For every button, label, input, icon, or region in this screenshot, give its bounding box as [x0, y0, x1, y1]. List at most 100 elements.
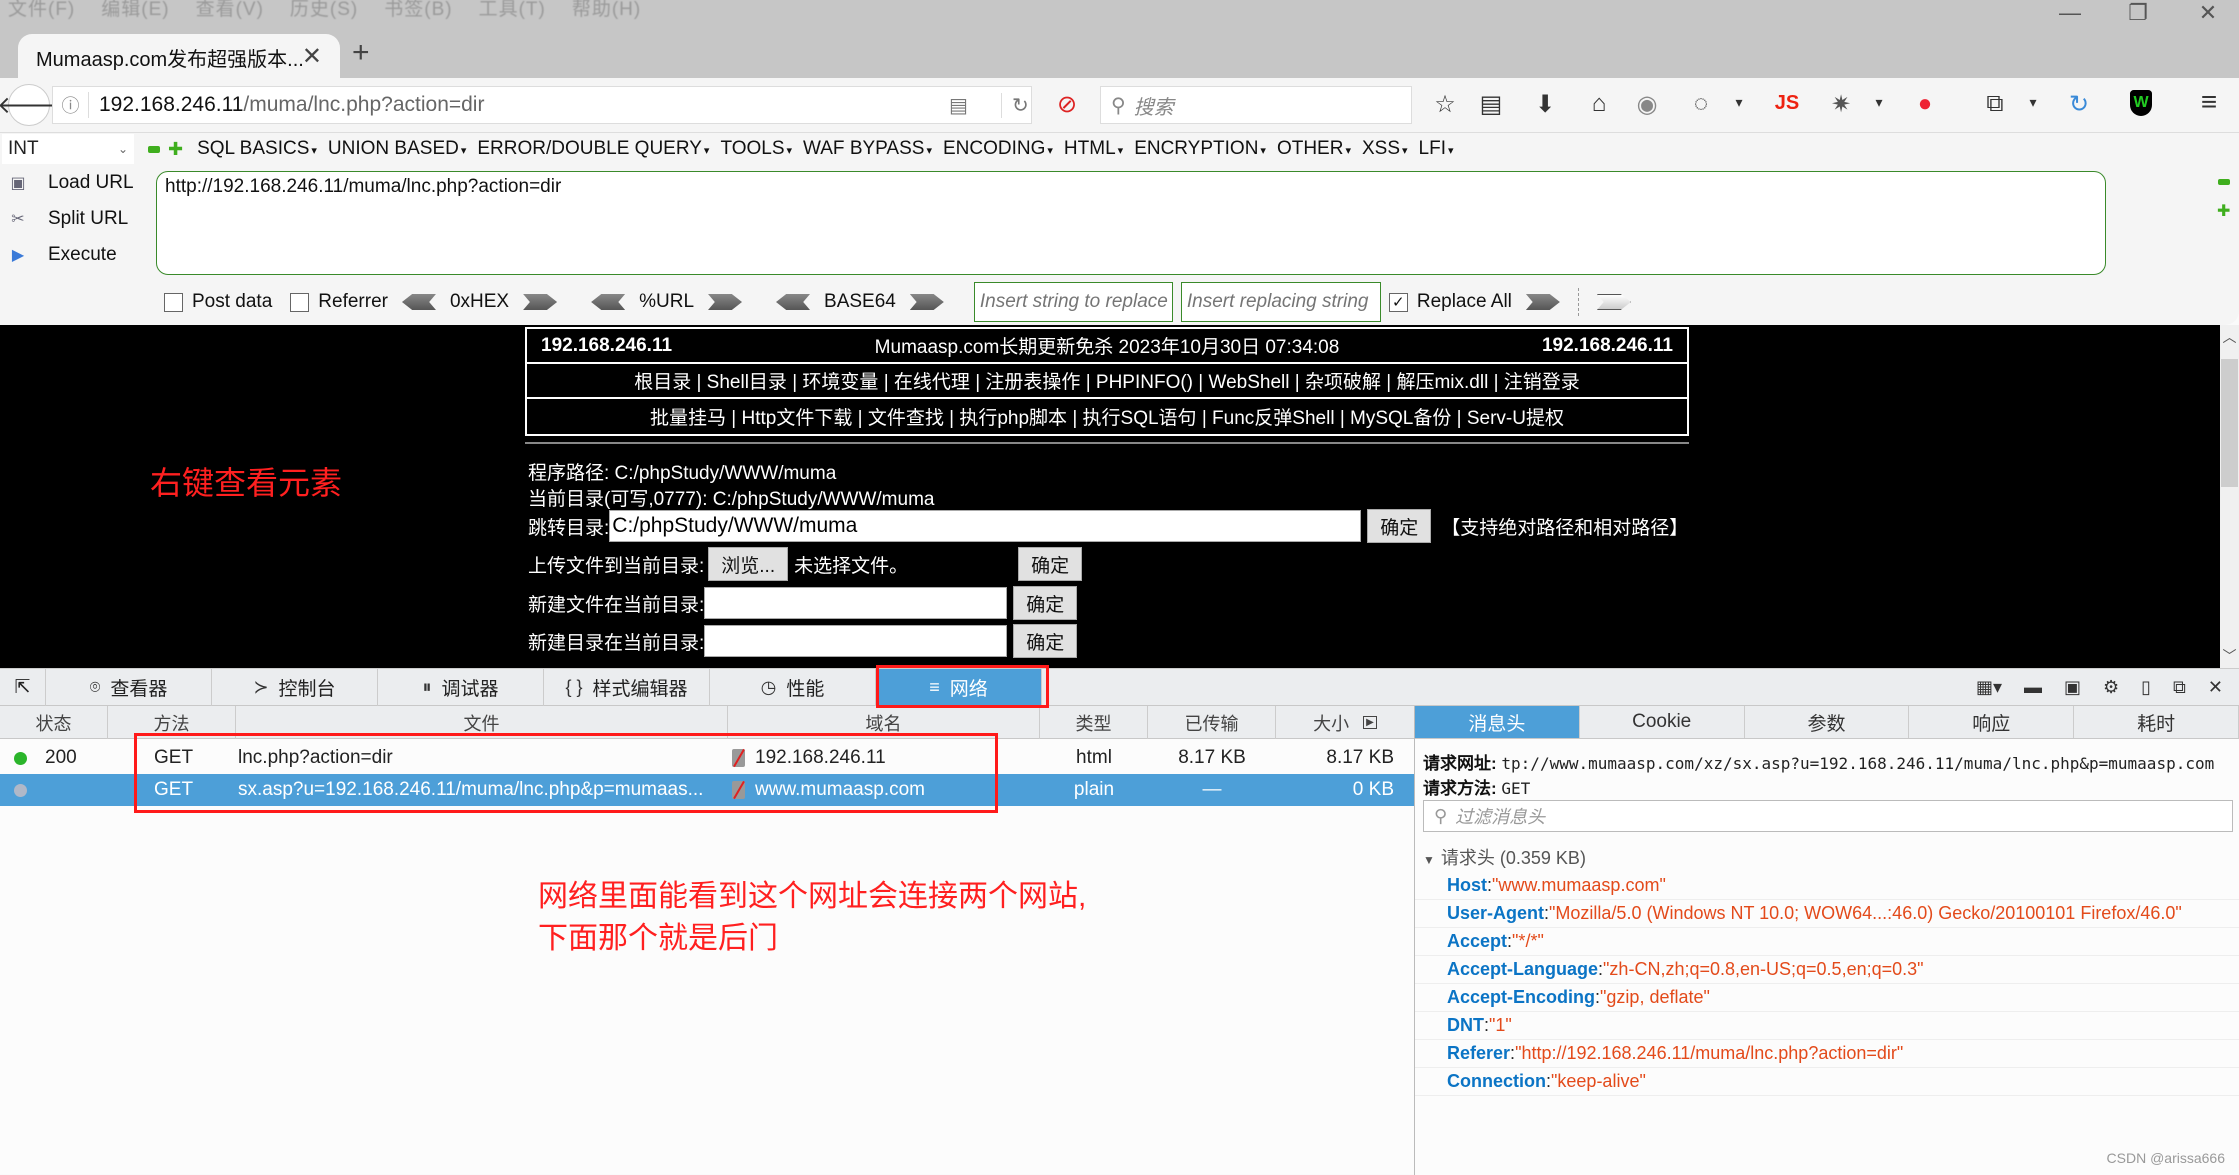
menu-sql-basics[interactable]: SQL BASICS	[197, 138, 317, 160]
menu-encoding[interactable]: ENCODING	[943, 138, 1053, 160]
menu-bookmarks[interactable]: 书签(B)	[384, 0, 452, 21]
pick-element-button[interactable]: ⇱	[0, 668, 46, 706]
url-textarea[interactable]: http://192.168.246.11/muma/lnc.php?actio…	[156, 171, 2106, 275]
shrink-icon[interactable]	[2218, 179, 2230, 185]
resize-icon[interactable]: ⧉	[1978, 90, 2012, 118]
header-row[interactable]: Accept-Encoding: "gzip, deflate"	[1415, 984, 2239, 1012]
column-domain[interactable]: 域名	[728, 706, 1040, 739]
jump-ok-button[interactable]: 确定	[1367, 509, 1432, 543]
column-transferred[interactable]: 已传输	[1148, 706, 1276, 739]
header-row[interactable]: Referer: "http://192.168.246.11/muma/lnc…	[1415, 1040, 2239, 1068]
new-file-input[interactable]	[704, 587, 1008, 619]
dropdown-icon[interactable]: ▾	[1722, 94, 1756, 111]
menu-waf-bypass[interactable]: WAF BYPASS	[803, 138, 932, 160]
new-dir-input[interactable]	[704, 625, 1008, 657]
search-box[interactable]: ⚲ 搜索	[1100, 86, 1412, 124]
dock-side-icon[interactable]: ▯	[2141, 677, 2151, 698]
new-file-ok-button[interactable]: 确定	[1013, 586, 1078, 620]
menu-tools[interactable]: 工具(T)	[479, 0, 546, 21]
undock-icon[interactable]: ⧉	[2173, 677, 2186, 698]
column-file[interactable]: 文件	[236, 706, 728, 739]
cookie-icon[interactable]: ◌	[1684, 90, 1718, 118]
base64-decode-icon[interactable]	[776, 294, 811, 310]
tab-style-editor[interactable]: { } 样式编辑器	[544, 668, 710, 706]
column-status[interactable]: 状态	[0, 706, 108, 739]
request-row[interactable]: 200 GET lnc.php?action=dir 192.168.246.1…	[0, 742, 1414, 774]
tab-inspector[interactable]: ⌾ 查看器	[46, 668, 212, 706]
dropdown-icon[interactable]: ▾	[1862, 94, 1896, 111]
header-row[interactable]: Connection: "keep-alive"	[1415, 1068, 2239, 1096]
url-encode-icon[interactable]	[708, 294, 743, 310]
home-icon[interactable]: ⌂	[1582, 90, 1616, 118]
hex-encode-icon[interactable]	[523, 294, 558, 310]
bug-icon[interactable]: ✷	[1824, 90, 1858, 119]
shell-nav-row-1[interactable]: 根目录 | Shell目录 | 环境变量 | 在线代理 | 注册表操作 | PH…	[527, 364, 1687, 399]
menu-union-based[interactable]: UNION BASED	[328, 138, 466, 160]
expand-icon[interactable]: ▶	[1363, 716, 1377, 729]
tab-close-icon[interactable]: ✕	[302, 42, 322, 71]
replace-next-icon[interactable]	[1596, 294, 1631, 310]
close-window-button[interactable]: ✕	[2188, 0, 2228, 26]
column-type[interactable]: 类型	[1040, 706, 1148, 739]
execute-button[interactable]: ▶ Execute	[6, 243, 117, 267]
type-select[interactable]: INT ⌄	[2, 134, 134, 164]
header-row[interactable]: User-Agent: "Mozilla/5.0 (Windows NT 10.…	[1415, 900, 2239, 928]
menu-xss[interactable]: XSS	[1362, 138, 1408, 160]
replace-all-checkbox[interactable]: ✓	[1388, 292, 1408, 312]
url-text[interactable]: 192.168.246.11/muma/lnc.php?action=dir	[89, 93, 484, 117]
menu-other[interactable]: OTHER	[1277, 138, 1351, 160]
url-decode-icon[interactable]	[591, 294, 626, 310]
info-icon[interactable]: ⓘ	[53, 92, 89, 118]
menu-html[interactable]: HTML	[1064, 138, 1123, 160]
scroll-down-icon[interactable]: ﹀	[2220, 646, 2239, 666]
tab-params[interactable]: 参数	[1745, 706, 1910, 738]
menu-tools[interactable]: TOOLS	[720, 138, 792, 160]
menu-history[interactable]: 历史(S)	[290, 0, 358, 21]
new-tab-button[interactable]: +	[352, 36, 370, 70]
scroll-up-icon[interactable]: ︿	[2220, 327, 2239, 347]
menu-encryption[interactable]: ENCRYPTION	[1134, 138, 1266, 160]
menu-edit[interactable]: 编辑(E)	[101, 0, 169, 21]
grow-icon[interactable]: ✚	[2217, 201, 2230, 221]
minimize-button[interactable]: —	[2050, 0, 2090, 26]
js-icon[interactable]: JS	[1770, 92, 1804, 115]
tab-performance[interactable]: ◷ 性能	[710, 668, 876, 706]
maximize-button[interactable]: ❐	[2118, 0, 2158, 26]
replace-input[interactable]	[973, 282, 1173, 322]
globe-icon[interactable]: ◉	[1630, 90, 1664, 119]
browse-button[interactable]: 浏览...	[708, 547, 789, 581]
menu-lfi[interactable]: LFI	[1419, 138, 1454, 160]
post-data-checkbox[interactable]	[164, 292, 183, 312]
header-row[interactable]: Accept: "*/*"	[1415, 928, 2239, 956]
scroll-thumb[interactable]	[2221, 359, 2238, 487]
menu-error-double-query[interactable]: ERROR/DOUBLE QUERY	[477, 138, 709, 160]
responsive-mode-icon[interactable]: ▦▾	[1976, 677, 2002, 698]
close-devtools-icon[interactable]: ✕	[2208, 677, 2223, 698]
referrer-checkbox[interactable]	[290, 292, 310, 312]
request-row-selected[interactable]: GET sx.asp?u=192.168.246.11/muma/lnc.php…	[0, 774, 1414, 806]
back-button[interactable]: 🡐	[0, 84, 61, 126]
split-console-icon[interactable]: ▬	[2024, 677, 2042, 698]
load-url-button[interactable]: ▣ Load URL	[6, 171, 133, 195]
browser-tab[interactable]: Mumaasp.com发布超强版本... ✕	[18, 34, 340, 80]
replacing-input[interactable]	[1180, 282, 1381, 322]
minus-icon[interactable]	[148, 145, 160, 153]
split-url-button[interactable]: ✂ Split URL	[6, 207, 128, 231]
tab-headers[interactable]: 消息头	[1415, 706, 1580, 738]
star-icon[interactable]: ☆	[1428, 90, 1462, 119]
noscript-icon[interactable]: ⊘	[1050, 90, 1084, 119]
base64-encode-icon[interactable]	[909, 294, 944, 310]
tab-timings[interactable]: 耗时	[2074, 706, 2239, 738]
reload-icon[interactable]: ↻	[1001, 93, 1029, 118]
header-row[interactable]: DNT: "1"	[1415, 1012, 2239, 1040]
dropdown-icon[interactable]: ▾	[2016, 94, 2050, 111]
tab-network[interactable]: ≡ 网络	[876, 668, 1042, 706]
download-icon[interactable]: ⬇	[1528, 90, 1562, 119]
url-bar[interactable]: ⓘ 192.168.246.11/muma/lnc.php?action=dir…	[52, 86, 1032, 124]
header-row[interactable]: Accept-Language: "zh-CN,zh;q=0.8,en-US;q…	[1415, 956, 2239, 984]
request-headers-section[interactable]: ▼ 请求头 (0.359 KB)	[1423, 844, 1586, 870]
jump-dir-input[interactable]: C:/phpStudy/WWW/muma	[609, 510, 1362, 542]
header-row[interactable]: Host: "www.mumaasp.com"	[1415, 872, 2239, 900]
redirect-icon[interactable]: ●	[1908, 90, 1942, 118]
page-scrollbar[interactable]: ︿ ﹀	[2220, 325, 2239, 668]
